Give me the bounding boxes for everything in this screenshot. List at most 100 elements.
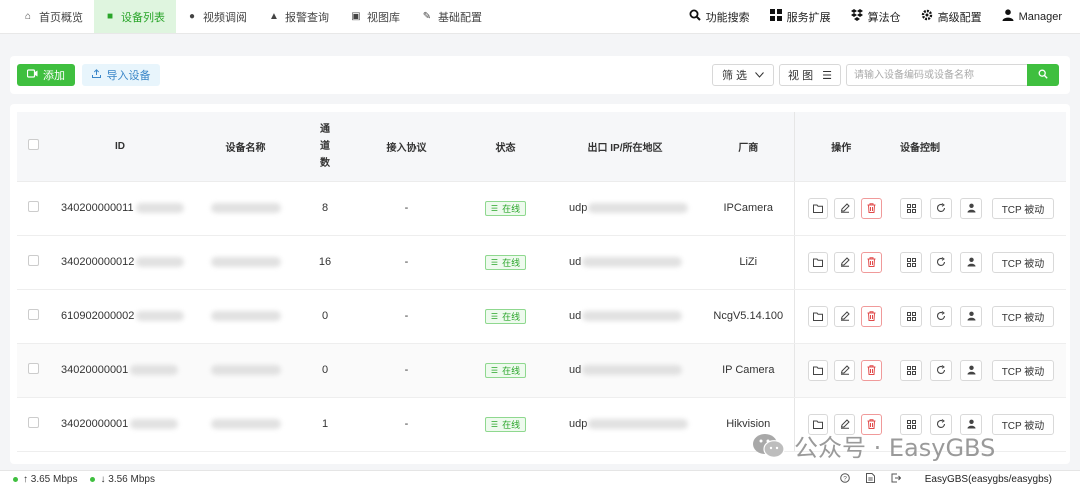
- status-text: 在线: [502, 311, 521, 322]
- ops-cell: [793, 397, 888, 452]
- import-device-button[interactable]: 导入设备: [82, 64, 160, 86]
- status-text: 在线: [502, 365, 521, 376]
- user-config-button[interactable]: [960, 197, 982, 219]
- add-button[interactable]: 添加: [17, 64, 75, 86]
- edit-button[interactable]: [834, 359, 856, 381]
- channels-cell: 16: [301, 235, 349, 290]
- search-input[interactable]: [846, 64, 1028, 86]
- user-config-button[interactable]: [960, 413, 982, 435]
- help-icon[interactable]: ?: [839, 473, 850, 486]
- channel-list-button[interactable]: [900, 359, 922, 381]
- delete-button[interactable]: [861, 359, 882, 381]
- vendor-cell: IP Camera: [703, 343, 794, 398]
- folder-button[interactable]: [807, 197, 829, 219]
- service-extension-button[interactable]: 服务扩展: [760, 9, 841, 25]
- add-button-label: 添加: [43, 70, 65, 82]
- filter-dropdown[interactable]: 筛 选: [712, 64, 774, 86]
- view-toggle-button[interactable]: 视 图 ☰: [779, 64, 841, 86]
- logout-icon[interactable]: [891, 473, 901, 486]
- device-id-cell: 340200000012: [50, 235, 190, 290]
- algorithm-store-button[interactable]: 算法仓: [841, 9, 911, 25]
- advanced-config-label: 高级配置: [937, 11, 982, 24]
- trash-icon: [867, 203, 876, 213]
- refresh-button[interactable]: [930, 359, 952, 381]
- camera-icon: ■: [106, 10, 114, 22]
- folder-button[interactable]: [807, 359, 829, 381]
- tcp-mode-button[interactable]: TCP 被动: [992, 413, 1054, 435]
- edit-button[interactable]: [834, 197, 856, 219]
- nav-item-label: 视频调阅: [203, 11, 247, 24]
- device-name-cell: [190, 397, 301, 452]
- device-id: 340200000011: [61, 202, 134, 214]
- refresh-button[interactable]: [930, 305, 952, 327]
- folder-icon: [812, 366, 823, 375]
- nav-item-video[interactable]: ● 视频调阅: [176, 0, 258, 33]
- trash-icon: [867, 257, 876, 267]
- edit-button[interactable]: [834, 251, 856, 273]
- nav-item-view-library[interactable]: ▣ 视图库: [340, 0, 411, 33]
- select-all-checkbox[interactable]: [28, 139, 39, 151]
- control-group: TCP 被动: [888, 305, 1066, 327]
- delete-button[interactable]: [861, 251, 882, 273]
- upload-speed: ↑ 3.65 Mbps: [23, 474, 78, 485]
- refresh-button[interactable]: [930, 251, 952, 273]
- ip-cell: udp: [547, 181, 703, 236]
- folder-icon: [812, 420, 823, 429]
- ops-cell: [793, 289, 888, 344]
- tcp-mode-button[interactable]: TCP 被动: [992, 197, 1054, 219]
- row-checkbox[interactable]: [28, 309, 39, 320]
- header-id: ID: [50, 112, 190, 182]
- nav-item-device-list[interactable]: ■ 设备列表: [94, 0, 176, 33]
- row-checkbox[interactable]: [28, 363, 39, 374]
- channel-list-button[interactable]: [900, 197, 922, 219]
- header-channels: 通道数: [301, 112, 349, 182]
- nav-item-home[interactable]: ⌂ 首页概览: [12, 0, 94, 33]
- delete-button[interactable]: [861, 305, 882, 327]
- search-button[interactable]: [1027, 64, 1059, 86]
- status-text: 在线: [502, 419, 521, 430]
- refresh-button[interactable]: [930, 413, 952, 435]
- user-icon: [1002, 9, 1014, 24]
- tcp-mode-button[interactable]: TCP 被动: [992, 251, 1054, 273]
- refresh-button[interactable]: [930, 197, 952, 219]
- user-config-button[interactable]: [960, 305, 982, 327]
- status-cell: ☰ 在线: [464, 397, 547, 452]
- delete-button[interactable]: [861, 197, 882, 219]
- row-checkbox[interactable]: [28, 201, 39, 212]
- advanced-config-button[interactable]: 高级配置: [911, 9, 992, 25]
- edit-button[interactable]: [834, 413, 856, 435]
- edit-button[interactable]: [834, 305, 856, 327]
- tcp-mode-button[interactable]: TCP 被动: [992, 305, 1054, 327]
- trash-icon: [867, 311, 876, 321]
- user-name: Manager: [1018, 10, 1062, 23]
- user-menu[interactable]: Manager: [992, 9, 1072, 24]
- document-icon[interactable]: [865, 473, 875, 486]
- channel-list-button[interactable]: [900, 251, 922, 273]
- channel-list-button[interactable]: [900, 305, 922, 327]
- search-icon: [689, 9, 701, 24]
- ip-cell: ud: [547, 289, 703, 344]
- folder-button[interactable]: [807, 305, 829, 327]
- device-id: 610902000002: [61, 310, 135, 322]
- list-icon: ☰: [490, 203, 499, 213]
- folder-button[interactable]: [807, 413, 829, 435]
- function-search-button[interactable]: 功能搜索: [679, 9, 760, 25]
- status-badge: ☰ 在线: [484, 362, 527, 378]
- folder-button[interactable]: [807, 251, 829, 273]
- control-cell: TCP 被动: [888, 343, 1066, 398]
- status-badge: ☰ 在线: [484, 200, 527, 216]
- ip-prefix: ud: [569, 310, 582, 322]
- delete-button[interactable]: [861, 413, 882, 435]
- control-group: TCP 被动: [888, 359, 1066, 381]
- tcp-mode-button[interactable]: TCP 被动: [992, 359, 1054, 381]
- status-badge: ☰ 在线: [484, 308, 527, 324]
- row-select-cell: [17, 289, 50, 344]
- nav-item-alarm[interactable]: ▲ 报警查询: [258, 0, 340, 33]
- user-config-button[interactable]: [960, 359, 982, 381]
- user-config-button[interactable]: [960, 251, 982, 273]
- channel-list-button[interactable]: [900, 413, 922, 435]
- row-checkbox[interactable]: [28, 255, 39, 266]
- nav-item-basic-config[interactable]: ✎ 基础配置: [411, 0, 493, 33]
- list-icon: ☰: [490, 419, 499, 429]
- row-checkbox[interactable]: [28, 417, 39, 428]
